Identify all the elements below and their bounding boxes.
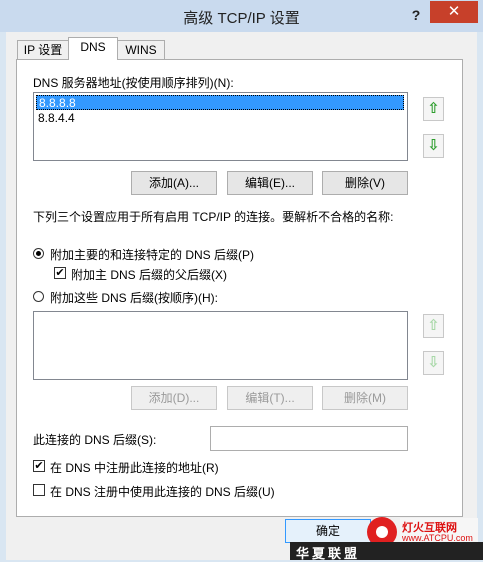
connection-suffix-input[interactable] [210,426,408,451]
use-suffix-label: 在 DNS 注册中使用此连接的 DNS 后缀(U) [50,485,275,499]
use-suffix-checkbox[interactable] [33,484,45,496]
register-address-label: 在 DNS 中注册此连接的地址(R) [50,461,219,475]
suffix-move-down-button[interactable]: ⇩ [423,351,444,375]
parent-suffix-label: 附加主 DNS 后缀的父后缀(X) [71,268,228,282]
watermark-band-text: 华夏联盟 [296,546,361,561]
edit-suffix-button[interactable]: 编辑(T)... [227,386,313,410]
edit-server-button[interactable]: 编辑(E)... [227,171,313,195]
these-suffixes-radio[interactable] [33,291,44,302]
these-suffixes-label: 附加这些 DNS 后缀(按顺序)(H): [50,291,218,305]
tab-ip-settings[interactable]: IP 设置 [17,40,69,60]
tab-wins[interactable]: WINS [117,40,165,60]
check-mark-icon: ✔ [55,267,65,279]
help-button[interactable]: ? [404,4,428,26]
parent-suffix-checkbox[interactable]: ✔ [54,267,66,279]
arrow-down-icon: ⇩ [427,354,440,371]
radio-dot [36,251,41,256]
arrow-up-icon: ⇧ [427,100,440,117]
dns-servers-label: DNS 服务器地址(按使用顺序排列)(N): [33,76,234,90]
add-server-button[interactable]: 添加(A)... [131,171,217,195]
close-button[interactable]: ✕ [430,1,478,23]
move-down-button[interactable]: ⇩ [423,134,444,158]
arrow-down-icon: ⇩ [427,137,440,154]
check-mark-icon: ✔ [34,460,44,472]
primary-suffix-radio[interactable] [33,248,44,259]
list-item[interactable]: 8.8.4.4 [36,111,75,126]
list-item[interactable]: 8.8.8.8 [36,95,404,110]
move-up-button[interactable]: ⇧ [423,97,444,121]
remove-suffix-button[interactable]: 删除(M) [322,386,408,410]
dns-server-list[interactable]: 8.8.8.8 8.8.4.4 [33,92,408,161]
remove-server-button[interactable]: 删除(V) [322,171,408,195]
add-suffix-button[interactable]: 添加(D)... [131,386,217,410]
primary-suffix-label: 附加主要的和连接特定的 DNS 后缀(P) [50,248,255,262]
ok-button[interactable]: 确定 [285,519,371,543]
tab-dns[interactable]: DNS [68,37,118,60]
resolution-description: 下列三个设置应用于所有启用 TCP/IP 的连接。要解析不合格的名称: [33,210,394,224]
arrow-up-icon: ⇧ [427,317,440,334]
suffix-move-up-button[interactable]: ⇧ [423,314,444,338]
connection-suffix-label: 此连接的 DNS 后缀(S): [33,433,157,447]
register-address-checkbox[interactable]: ✔ [33,460,45,472]
dns-suffix-list[interactable] [33,311,408,380]
